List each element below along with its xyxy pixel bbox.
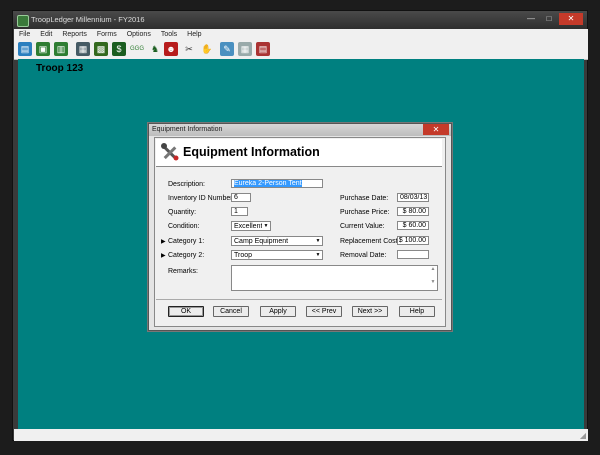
open-folder-icon[interactable]: ▤ xyxy=(18,42,32,56)
menu-help[interactable]: Help xyxy=(182,29,206,40)
print-icon[interactable]: ▥ xyxy=(54,42,68,56)
arrow-right-icon: ▶ xyxy=(161,253,166,259)
arrow-right-icon: ▶ xyxy=(161,239,166,245)
toolbar: ▤ ▣ ▥ ▦ ▩ $ GGG ♞ ☻ ✂ ✋ ✎ ▦ ▤ xyxy=(14,40,588,60)
remarks-label: Remarks: xyxy=(168,268,198,275)
minimize-button[interactable]: — xyxy=(523,13,539,25)
menu-options[interactable]: Options xyxy=(122,29,156,40)
ggg-icon[interactable]: GGG xyxy=(130,42,144,56)
save-icon[interactable]: ▣ xyxy=(36,42,50,56)
replacement-cost-label: Replacement Cost: xyxy=(340,238,400,245)
inventory-id-label: Inventory ID Number: xyxy=(168,195,235,202)
app-titlebar[interactable]: TroopLedger Millennium - FY2016 — □ ✕ xyxy=(13,11,587,29)
chevron-down-icon[interactable]: ▼ xyxy=(314,237,322,245)
ledger-icon[interactable]: ✎ xyxy=(220,42,234,56)
app-logo-icon xyxy=(17,15,29,27)
menu-reports[interactable]: Reports xyxy=(57,29,92,40)
remarks-field[interactable]: ▲ ▼ xyxy=(231,265,438,291)
condition-label: Condition: xyxy=(168,223,200,230)
menu-forms[interactable]: Forms xyxy=(92,29,122,40)
category2-label: Category 2: xyxy=(168,252,205,259)
equipment-dialog: Equipment Information ✕ Equipment Inform… xyxy=(148,123,452,331)
cancel-button[interactable]: Cancel xyxy=(213,306,249,317)
chevron-down-icon[interactable]: ▼ xyxy=(314,251,322,259)
category1-label: Category 1: xyxy=(168,238,205,245)
calculator-icon[interactable]: ▩ xyxy=(94,42,108,56)
menu-edit[interactable]: Edit xyxy=(35,29,57,40)
quantity-field[interactable]: 1 xyxy=(231,207,248,216)
category2-value: Troop xyxy=(234,252,253,259)
purchase-date-label: Purchase Date: xyxy=(340,195,389,202)
dialog-header-title: Equipment Information xyxy=(183,145,320,159)
menu-bar: File Edit Reports Forms Options Tools He… xyxy=(14,29,588,40)
grid-icon[interactable]: ▦ xyxy=(238,42,252,56)
condition-value: Excellent xyxy=(234,223,263,230)
category1-select[interactable]: Camp Equipment ▼ xyxy=(231,236,323,246)
condition-select[interactable]: Excellent ▼ xyxy=(231,221,271,231)
purchase-date-field[interactable]: 08/03/13 xyxy=(397,193,429,202)
category1-value: Camp Equipment xyxy=(234,238,289,245)
description-field[interactable]: Eureka 2-Person Tent xyxy=(231,179,323,188)
apply-button[interactable]: Apply xyxy=(260,306,296,317)
money-bag-icon[interactable]: $ xyxy=(112,42,126,56)
dialog-title: Equipment Information xyxy=(152,126,223,133)
status-bar: ◢ xyxy=(14,429,588,441)
remarks-scrollbar[interactable]: ▲ ▼ xyxy=(429,266,437,290)
scout-icon[interactable]: ♞ xyxy=(148,42,162,56)
removal-date-field[interactable] xyxy=(397,250,429,259)
dialog-close-button[interactable]: ✕ xyxy=(423,124,449,135)
chevron-down-icon[interactable]: ▼ xyxy=(262,222,270,230)
tools-icon[interactable]: ✂ xyxy=(182,42,196,56)
current-value-label: Current Value: xyxy=(340,223,385,230)
replacement-cost-field[interactable]: $ 100.00 xyxy=(397,236,429,245)
current-value-field[interactable]: $ 60.00 xyxy=(397,221,429,230)
dialog-button-bar: OK Cancel Apply << Prev Next >> Help xyxy=(156,299,442,325)
removal-date-label: Removal Date: xyxy=(340,252,387,259)
handshake-icon[interactable]: ✋ xyxy=(200,42,214,56)
tools-icon xyxy=(161,143,179,161)
dialog-body: Equipment Information Description: Eurek… xyxy=(154,137,446,327)
dialog-header: Equipment Information xyxy=(156,139,442,167)
quantity-label: Quantity: xyxy=(168,209,197,216)
workspace-title: Troop 123 xyxy=(36,63,84,74)
help-button[interactable]: Help xyxy=(399,306,435,317)
description-label: Description: xyxy=(168,181,205,188)
report-icon[interactable]: ▤ xyxy=(256,42,270,56)
inventory-id-field[interactable]: 6 xyxy=(231,193,251,202)
purchase-price-field[interactable]: $ 80.00 xyxy=(397,207,429,216)
person-icon[interactable]: ☻ xyxy=(164,42,178,56)
ok-button[interactable]: OK xyxy=(168,306,204,317)
resize-grip-icon[interactable]: ◢ xyxy=(580,431,586,440)
table-icon[interactable]: ▦ xyxy=(76,42,90,56)
dialog-titlebar[interactable]: Equipment Information ✕ xyxy=(149,124,451,136)
next-button[interactable]: Next >> xyxy=(352,306,388,317)
app-title: TroopLedger Millennium - FY2016 xyxy=(31,15,145,24)
maximize-button[interactable]: □ xyxy=(541,13,557,25)
menu-tools[interactable]: Tools xyxy=(156,29,182,40)
menu-file[interactable]: File xyxy=(14,29,35,40)
prev-button[interactable]: << Prev xyxy=(306,306,342,317)
close-button[interactable]: ✕ xyxy=(559,13,583,25)
category2-select[interactable]: Troop ▼ xyxy=(231,250,323,260)
purchase-price-label: Purchase Price: xyxy=(340,209,390,216)
